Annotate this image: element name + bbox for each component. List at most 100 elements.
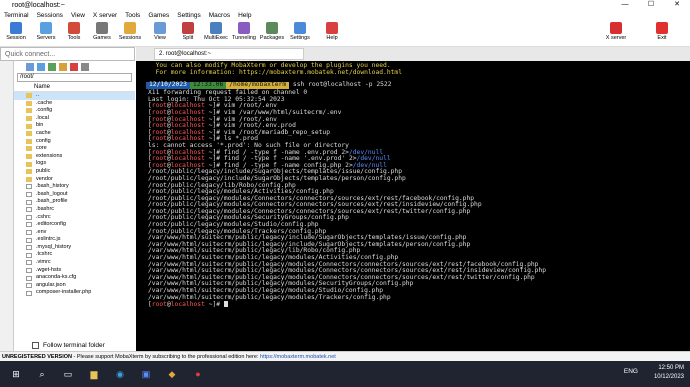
toolbar-label: Games bbox=[93, 35, 111, 41]
file-name: .bash_history bbox=[36, 183, 69, 190]
file-list-item[interactable]: .bash_logout bbox=[14, 191, 135, 199]
clock[interactable]: 12:50 PM 10/12/2023 bbox=[654, 364, 684, 382]
sidebar-path-input[interactable]: /root/ bbox=[17, 73, 132, 82]
menu-tools[interactable]: Tools bbox=[121, 12, 144, 19]
prompt-path: /home/mobaxterm bbox=[226, 81, 290, 90]
folder-icon bbox=[26, 116, 32, 122]
file-icon bbox=[26, 207, 32, 213]
file-list-item[interactable]: vendor bbox=[14, 176, 135, 184]
up-folder-icon[interactable] bbox=[26, 62, 34, 71]
folder-icon bbox=[26, 108, 32, 114]
file-list-item[interactable]: angular.json bbox=[14, 282, 135, 290]
terminal-output[interactable]: You can also modify MobaXterm or develop… bbox=[136, 61, 690, 351]
banner-link: https://mobaxterm.mobatek.net/download.h… bbox=[239, 68, 403, 76]
exit-button[interactable]: Exit bbox=[648, 22, 676, 41]
help-button[interactable]: Help bbox=[318, 22, 346, 41]
toolbar-label: Sessions bbox=[118, 35, 142, 41]
file-list-item[interactable]: .local bbox=[14, 115, 135, 123]
menu-help[interactable]: Help bbox=[234, 12, 255, 19]
file-list-item[interactable]: core bbox=[14, 145, 135, 153]
file-name: bin bbox=[36, 122, 44, 129]
name-column-header[interactable]: Name bbox=[14, 83, 135, 92]
maximize-button[interactable]: ☐ bbox=[638, 0, 664, 10]
menu-settings[interactable]: Settings bbox=[173, 12, 205, 19]
file-list-item[interactable]: logs bbox=[14, 160, 135, 168]
quick-connect-input[interactable]: Quick connect... bbox=[0, 47, 135, 61]
prompt-date: 12/10/2023 bbox=[146, 81, 190, 90]
menu-macros[interactable]: Macros bbox=[205, 12, 234, 19]
file-list-item[interactable]: public bbox=[14, 168, 135, 176]
tools-button[interactable]: Tools bbox=[60, 22, 88, 41]
file-list-item[interactable]: bin bbox=[14, 122, 135, 130]
tunneling-button[interactable]: Tunneling bbox=[230, 22, 258, 41]
toolbar-label: View bbox=[154, 35, 166, 41]
status-bar: UNREGISTERED VERSION - Please support Mo… bbox=[0, 351, 690, 361]
toolbar-label: Help bbox=[326, 35, 338, 41]
banner-line: For more information: https://mobaxterm.… bbox=[148, 68, 680, 77]
file-list-item[interactable]: .bash_profile bbox=[14, 198, 135, 206]
refresh-icon[interactable] bbox=[81, 62, 89, 71]
file-list-item[interactable]: .bashrc bbox=[14, 206, 135, 214]
servers-button[interactable]: Servers bbox=[32, 22, 60, 41]
x-server-button[interactable]: X server bbox=[602, 22, 630, 41]
minimize-button[interactable]: — bbox=[612, 0, 638, 10]
file-list-item[interactable]: config bbox=[14, 138, 135, 146]
mobaxterm-taskbar-icon[interactable]: ◆ bbox=[162, 364, 182, 384]
file-list-item[interactable]: .tcshrc bbox=[14, 251, 135, 259]
app-taskbar-icon[interactable]: ● bbox=[188, 364, 208, 384]
task-view-icon[interactable]: ▭ bbox=[58, 364, 78, 384]
menu-terminal[interactable]: Terminal bbox=[0, 12, 33, 19]
menu-view[interactable]: View bbox=[67, 12, 89, 19]
file-list-item[interactable]: anaconda-ks.cfg bbox=[14, 274, 135, 282]
file-name: .config bbox=[36, 107, 53, 114]
taskbar-search-icon[interactable]: ⌕ bbox=[32, 364, 52, 384]
menu-sessions[interactable]: Sessions bbox=[33, 12, 67, 19]
menu-bar: Terminal Sessions View X server Tools Ga… bbox=[0, 10, 690, 20]
file-list-item[interactable]: cache bbox=[14, 130, 135, 138]
file-list-item[interactable]: .cache bbox=[14, 100, 135, 108]
close-button[interactable]: ✕ bbox=[664, 0, 690, 10]
file-list-item[interactable]: .eslintrc.js bbox=[14, 236, 135, 244]
games-button[interactable]: Games bbox=[88, 22, 116, 41]
file-list-item[interactable]: .vimrc bbox=[14, 259, 135, 267]
language-indicator[interactable]: ENG bbox=[624, 368, 638, 375]
packages-button[interactable]: Packages bbox=[258, 22, 286, 41]
file-list-item[interactable]: .wget-hsts bbox=[14, 267, 135, 275]
file-list-item[interactable]: .bash_history bbox=[14, 183, 135, 191]
file-list-item[interactable]: .cshrc bbox=[14, 214, 135, 222]
menu-games[interactable]: Games bbox=[144, 12, 173, 19]
file-name: .tcshrc bbox=[36, 251, 53, 258]
status-link[interactable]: https://mobaxterm.mobatek.net bbox=[260, 354, 336, 360]
menu-xserver[interactable]: X server bbox=[89, 12, 121, 19]
explorer-icon[interactable]: ▆ bbox=[84, 364, 104, 384]
sessions-button[interactable]: Sessions bbox=[116, 22, 144, 41]
download-icon[interactable] bbox=[37, 62, 45, 71]
windows-start-icon[interactable]: ⊞ bbox=[6, 364, 26, 384]
split-button[interactable]: Split bbox=[174, 22, 202, 41]
file-list-item[interactable]: .. bbox=[14, 92, 135, 100]
games-icon bbox=[96, 22, 108, 34]
edge-icon[interactable]: ◉ bbox=[110, 364, 130, 384]
file-list-item[interactable]: .config bbox=[14, 107, 135, 115]
upload-icon[interactable] bbox=[48, 62, 56, 71]
settings-button[interactable]: Settings bbox=[286, 22, 314, 41]
session-button[interactable]: Session bbox=[2, 22, 30, 41]
view-button[interactable]: View bbox=[146, 22, 174, 41]
file-list-item[interactable]: .env bbox=[14, 229, 135, 237]
file-name: public bbox=[36, 167, 51, 174]
new-folder-icon[interactable] bbox=[59, 62, 67, 71]
file-list-item[interactable]: .mysql_history bbox=[14, 244, 135, 252]
follow-terminal-folder[interactable]: Follow terminal folder bbox=[14, 340, 135, 351]
file-name: .bashrc bbox=[36, 205, 55, 212]
multiexec-button[interactable]: MultiExec bbox=[202, 22, 230, 41]
store-icon[interactable]: ▣ bbox=[136, 364, 156, 384]
sessions-icon bbox=[124, 22, 136, 34]
file-list-item[interactable]: .editorconfig bbox=[14, 221, 135, 229]
file-list-item[interactable]: composer-installer.php bbox=[14, 289, 135, 297]
folder-icon bbox=[26, 161, 32, 167]
follow-checkbox[interactable] bbox=[32, 342, 39, 349]
tab-session-2[interactable]: 2. root@localhost:~ bbox=[154, 48, 304, 60]
delete-icon[interactable] bbox=[70, 62, 78, 71]
xserver-icon bbox=[610, 22, 622, 34]
file-list-item[interactable]: extensions bbox=[14, 153, 135, 161]
